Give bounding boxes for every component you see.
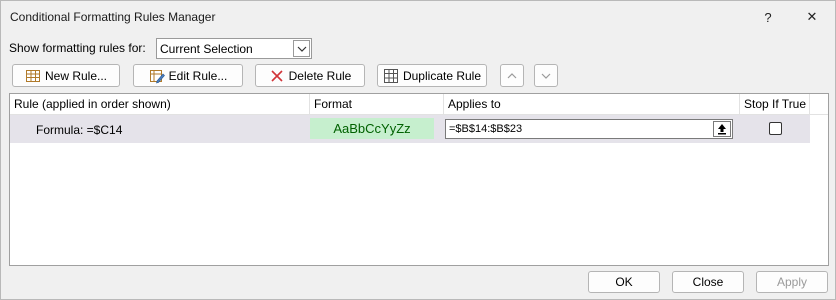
window-title: Conditional Formatting Rules Manager: [10, 10, 216, 24]
close-button[interactable]: Close: [672, 271, 744, 293]
show-rules-dropdown[interactable]: Current Selection: [156, 38, 312, 59]
edit-rule-button[interactable]: Edit Rule...: [133, 64, 243, 87]
applies-to-field[interactable]: =$B$14:$B$23: [445, 119, 733, 139]
collapse-dialog-button[interactable]: [713, 121, 731, 137]
delete-rule-label: Delete Rule: [288, 68, 352, 83]
column-header-rule[interactable]: Rule (applied in order shown): [10, 94, 310, 115]
stop-if-true-checkbox[interactable]: [769, 122, 782, 135]
help-button[interactable]: ?: [756, 6, 780, 28]
move-down-button[interactable]: [534, 64, 558, 87]
new-rule-icon: [25, 68, 41, 84]
table-row[interactable]: Formula: =$C14 AaBbCcYyZz =$B$14:$B$23: [10, 115, 810, 143]
upload-arrow-icon: [718, 124, 726, 135]
chevron-down-icon: [541, 73, 551, 79]
rules-grid-header: Rule (applied in order shown) Format App…: [10, 94, 828, 115]
duplicate-rule-button[interactable]: Duplicate Rule: [377, 64, 487, 87]
rule-description: Formula: =$C14: [36, 123, 123, 137]
move-up-button[interactable]: [500, 64, 524, 87]
column-header-format[interactable]: Format: [310, 94, 444, 115]
duplicate-rule-label: Duplicate Rule: [402, 68, 482, 83]
chevron-up-icon: [507, 72, 517, 78]
show-rules-label: Show formatting rules for:: [9, 41, 146, 55]
chevron-down-icon[interactable]: [293, 40, 310, 57]
edit-rule-label: Edit Rule...: [168, 68, 228, 83]
format-preview: AaBbCcYyZz: [310, 118, 434, 139]
rules-manager-dialog: Conditional Formatting Rules Manager ? ✕…: [0, 0, 836, 300]
ok-button[interactable]: OK: [588, 271, 660, 293]
rules-grid: Rule (applied in order shown) Format App…: [9, 93, 829, 266]
edit-rule-icon: [149, 68, 165, 84]
delete-rule-button[interactable]: Delete Rule: [255, 64, 365, 87]
column-header-stop-if-true[interactable]: Stop If True: [740, 94, 810, 115]
title-bar: Conditional Formatting Rules Manager ? ✕: [1, 1, 835, 33]
applies-to-value: =$B$14:$B$23: [449, 123, 523, 135]
column-header-applies-to[interactable]: Applies to: [444, 94, 740, 115]
duplicate-rule-icon: [383, 68, 399, 84]
rules-toolbar: New Rule... Edit Rule... Delete Rule Dup…: [9, 64, 829, 93]
close-window-button[interactable]: ✕: [800, 6, 824, 28]
delete-x-icon: [269, 68, 285, 84]
apply-button[interactable]: Apply: [756, 271, 828, 293]
new-rule-button[interactable]: New Rule...: [12, 64, 120, 87]
new-rule-label: New Rule...: [44, 68, 108, 83]
show-rules-value: Current Selection: [160, 42, 253, 56]
